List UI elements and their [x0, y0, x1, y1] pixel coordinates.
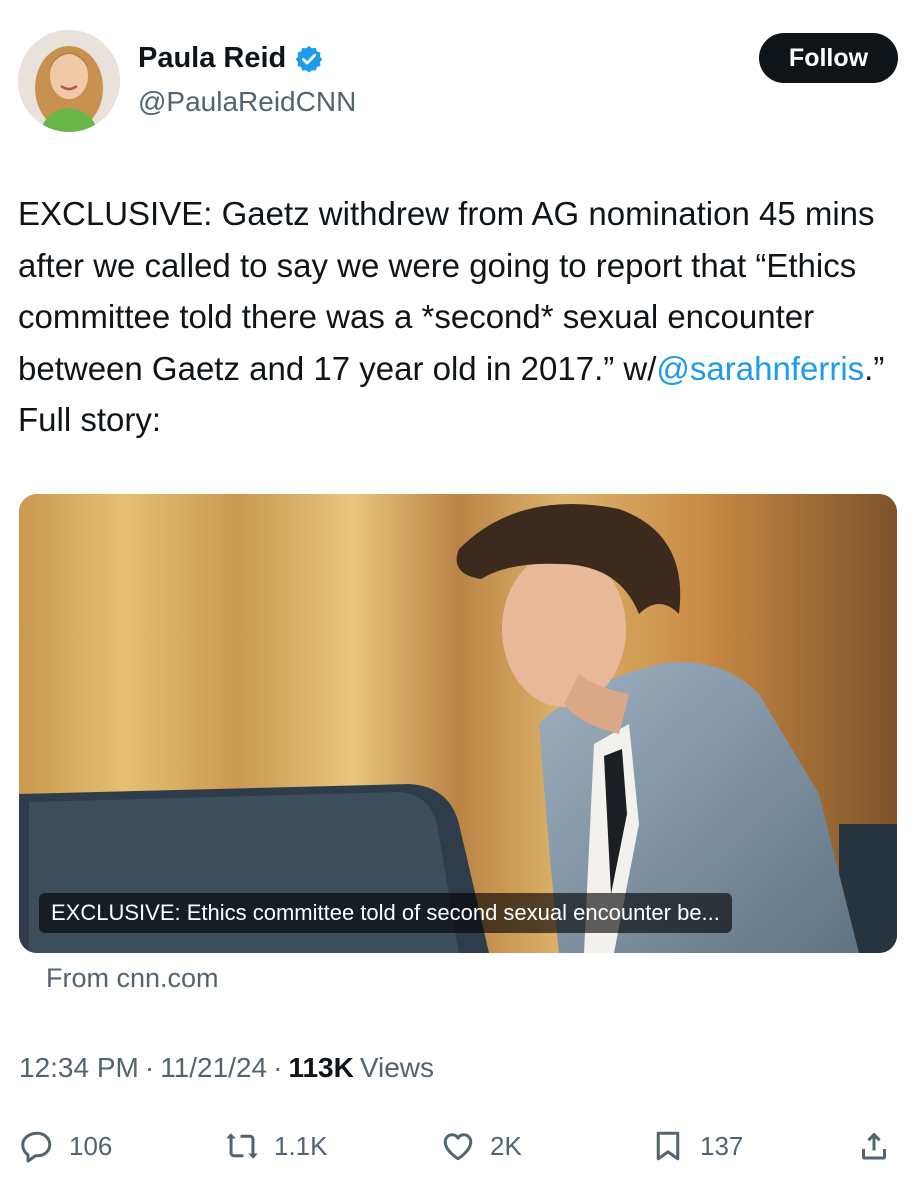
repost-icon	[226, 1133, 258, 1159]
action-bar: 106 1.1K 2K 137	[0, 1118, 916, 1174]
like-button[interactable]: 2K	[440, 1118, 522, 1174]
verified-badge-icon	[295, 45, 323, 73]
tweet-meta: 12:34 PM · 11/21/24 · 113K Views	[19, 1052, 434, 1084]
tweet-header: Paula Reid @PaulaReidCNN Follow	[18, 28, 898, 138]
reply-count: 106	[69, 1130, 113, 1161]
tweet-text: EXCLUSIVE: Gaetz withdrew from AG nomina…	[18, 188, 888, 446]
share-button[interactable]	[856, 1118, 892, 1174]
views-label: Views	[359, 1052, 435, 1083]
like-count: 2K	[490, 1130, 522, 1161]
bookmark-button[interactable]: 137	[650, 1118, 743, 1174]
link-card-source[interactable]: From cnn.com	[46, 963, 219, 994]
heart-icon	[443, 1133, 473, 1161]
bookmark-count: 137	[700, 1130, 744, 1161]
news-photo	[19, 494, 897, 953]
repost-count: 1.1K	[274, 1130, 328, 1161]
meta-separator: ·	[144, 1052, 155, 1083]
tweet-time[interactable]: 12:34 PM	[19, 1052, 139, 1084]
name-row: Paula Reid	[138, 42, 324, 75]
repost-button[interactable]: 1.1K	[224, 1118, 328, 1174]
reply-icon	[21, 1131, 52, 1163]
mention-link[interactable]: @sarahnferris	[656, 350, 864, 387]
avatar-photo	[18, 30, 120, 132]
bookmark-icon	[656, 1131, 680, 1161]
follow-button[interactable]: Follow	[759, 33, 898, 83]
views-count: 113K	[288, 1052, 354, 1083]
meta-separator: ·	[273, 1052, 283, 1083]
author-handle[interactable]: @PaulaReidCNN	[138, 86, 356, 118]
share-icon	[862, 1132, 886, 1160]
tweet-date[interactable]: 11/21/24	[160, 1052, 267, 1084]
reply-button[interactable]: 106	[19, 1118, 112, 1174]
author-name[interactable]: Paula Reid	[138, 42, 286, 75]
link-card-image[interactable]: EXCLUSIVE: Ethics committee told of seco…	[19, 494, 897, 953]
avatar[interactable]	[18, 30, 120, 132]
link-card-caption[interactable]: EXCLUSIVE: Ethics committee told of seco…	[39, 893, 732, 933]
